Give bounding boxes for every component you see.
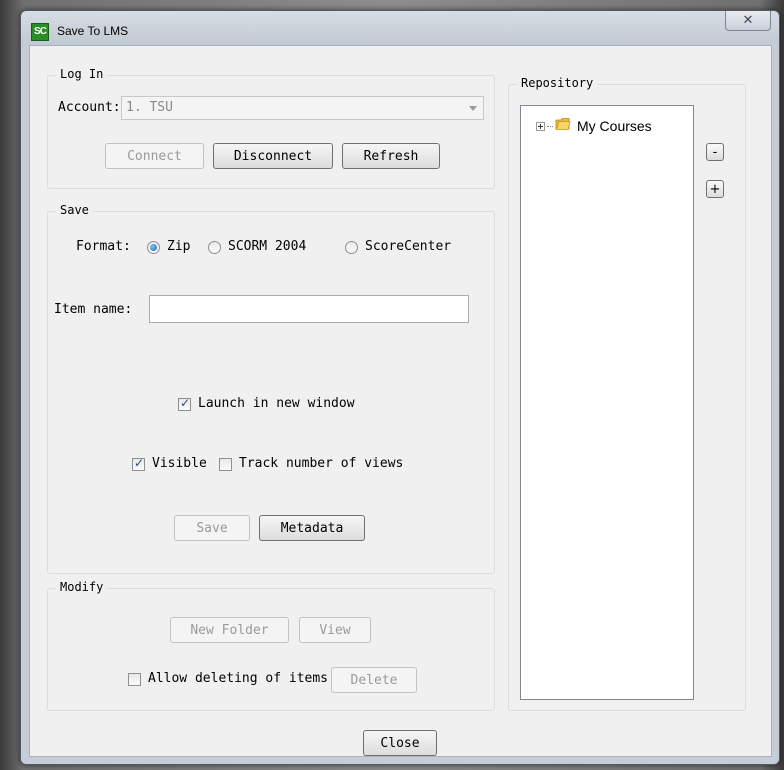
close-window-icon[interactable]: ✕ <box>725 11 771 31</box>
format-scorm-radio[interactable] <box>208 241 221 254</box>
delete-button[interactable]: Delete <box>331 667 417 693</box>
tree-item-my-courses[interactable]: My Courses <box>577 118 652 134</box>
refresh-button[interactable]: Refresh <box>342 143 440 169</box>
save-to-lms-dialog: SC Save To LMS ✕ Log In Account: 1. TSU … <box>20 10 780 765</box>
repository-tree[interactable]: My Courses <box>520 105 694 700</box>
account-label: Account: <box>58 100 121 115</box>
format-scorm-label[interactable]: SCORM 2004 <box>228 239 306 254</box>
allow-deleting-checkbox[interactable] <box>128 673 141 686</box>
track-views-checkbox[interactable] <box>219 458 232 471</box>
view-button[interactable]: View <box>299 617 371 643</box>
allow-deleting-label[interactable]: Allow deleting of items <box>148 671 328 686</box>
visible-label[interactable]: Visible <box>152 456 207 471</box>
modify-group: Modify New Folder View Allow deleting of… <box>47 580 495 711</box>
tree-connector <box>547 126 553 127</box>
save-button[interactable]: Save <box>174 515 250 541</box>
title-bar[interactable]: SC Save To LMS ✕ <box>21 11 779 45</box>
window-title: Save To LMS <box>57 24 129 38</box>
expand-button[interactable]: + <box>706 180 724 198</box>
save-group: Save Format: Zip SCORM 2004 ScoreCenter … <box>47 203 495 574</box>
app-icon: SC <box>31 23 49 41</box>
login-group: Log In Account: 1. TSU Connect Disconnec… <box>47 67 495 189</box>
save-group-label: Save <box>56 203 93 217</box>
folder-icon <box>555 118 571 130</box>
collapse-button[interactable]: - <box>706 143 724 161</box>
tree-expand-icon[interactable] <box>536 122 545 131</box>
login-group-label: Log In <box>56 67 108 81</box>
repository-group: Repository My Courses - + <box>508 76 746 711</box>
format-label: Format: <box>76 239 131 254</box>
close-button[interactable]: Close <box>363 730 437 756</box>
launch-new-window-label[interactable]: Launch in new window <box>198 396 355 411</box>
item-name-input[interactable] <box>149 295 469 323</box>
metadata-button[interactable]: Metadata <box>259 515 365 541</box>
track-views-label[interactable]: Track number of views <box>239 456 403 471</box>
launch-new-window-checkbox[interactable] <box>178 396 191 411</box>
account-select-value: 1. TSU <box>126 100 173 115</box>
disconnect-button[interactable]: Disconnect <box>213 143 333 169</box>
visible-checkbox[interactable] <box>132 456 145 471</box>
format-scorecenter-radio[interactable] <box>345 241 358 254</box>
modify-group-label: Modify <box>56 580 108 594</box>
item-name-label: Item name: <box>54 302 133 317</box>
format-scorecenter-label[interactable]: ScoreCenter <box>365 239 451 254</box>
format-zip-radio[interactable] <box>147 241 160 254</box>
chevron-down-icon <box>469 106 477 111</box>
format-zip-label[interactable]: Zip <box>167 239 190 254</box>
repository-group-label: Repository <box>517 76 598 90</box>
new-folder-button[interactable]: New Folder <box>170 617 289 643</box>
account-select[interactable]: 1. TSU <box>121 96 484 120</box>
dialog-content: Log In Account: 1. TSU Connect Disconnec… <box>29 45 772 757</box>
connect-button[interactable]: Connect <box>105 143 204 169</box>
